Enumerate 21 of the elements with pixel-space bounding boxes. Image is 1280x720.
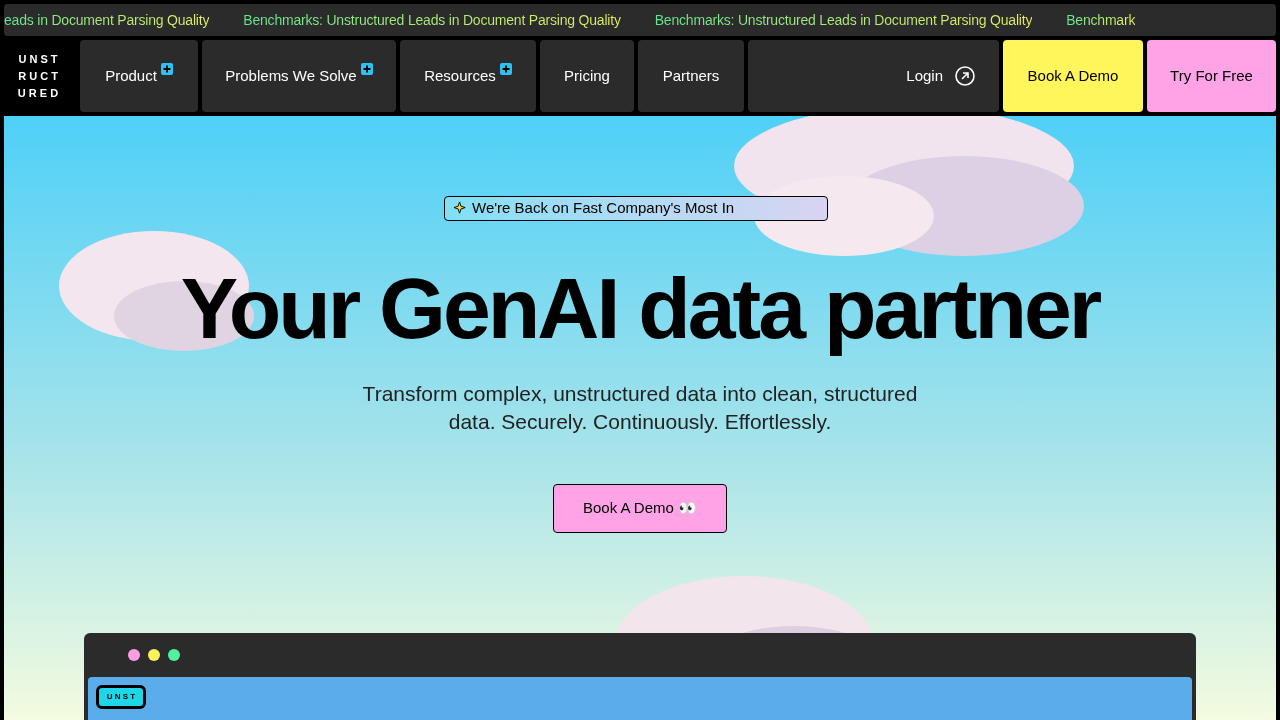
nav-item[interactable]: Partners bbox=[638, 40, 744, 112]
arrow-circle-icon bbox=[955, 66, 975, 86]
badge-text: We're Back on Fast Company's Most In bbox=[472, 198, 735, 218]
sparkle-icon bbox=[453, 200, 468, 216]
plus-icon bbox=[499, 63, 512, 75]
hero-subtitle: Transform complex, unstructured data into clean, structured data. Securely. Continuously. Effortlessly. bbox=[361, 380, 919, 435]
preview-logo: U N S T bbox=[96, 684, 146, 709]
nav-item[interactable]: Resources bbox=[400, 40, 536, 112]
plus-icon bbox=[160, 63, 173, 75]
nav-item[interactable]: Pricing bbox=[540, 40, 634, 112]
book-demo-button[interactable]: Book A Demo 👀 bbox=[553, 483, 727, 533]
login-button[interactable]: Login bbox=[748, 40, 999, 112]
logo[interactable]: U N S T R U C T U R E D bbox=[0, 40, 76, 112]
hero-title: Your GenAI data partner bbox=[180, 258, 1100, 358]
cta-button[interactable]: Try For Free bbox=[1147, 40, 1276, 112]
cta-button[interactable]: Book A Demo bbox=[1003, 40, 1143, 112]
plus-icon bbox=[360, 63, 373, 75]
news-badge[interactable]: We're Back on Fast Company's Most In bbox=[444, 196, 828, 221]
nav-item[interactable]: Problems We Solve bbox=[202, 40, 396, 112]
announcement-ticker[interactable]: eads in Document Parsing Quality Benchmarks: Unstructured Leads in Document Parsing Quality Benchmarks: Unstructured Leads in Document Parsing Quality Benchmark bbox=[4, 4, 1276, 36]
nav-item[interactable]: Product bbox=[80, 40, 198, 112]
